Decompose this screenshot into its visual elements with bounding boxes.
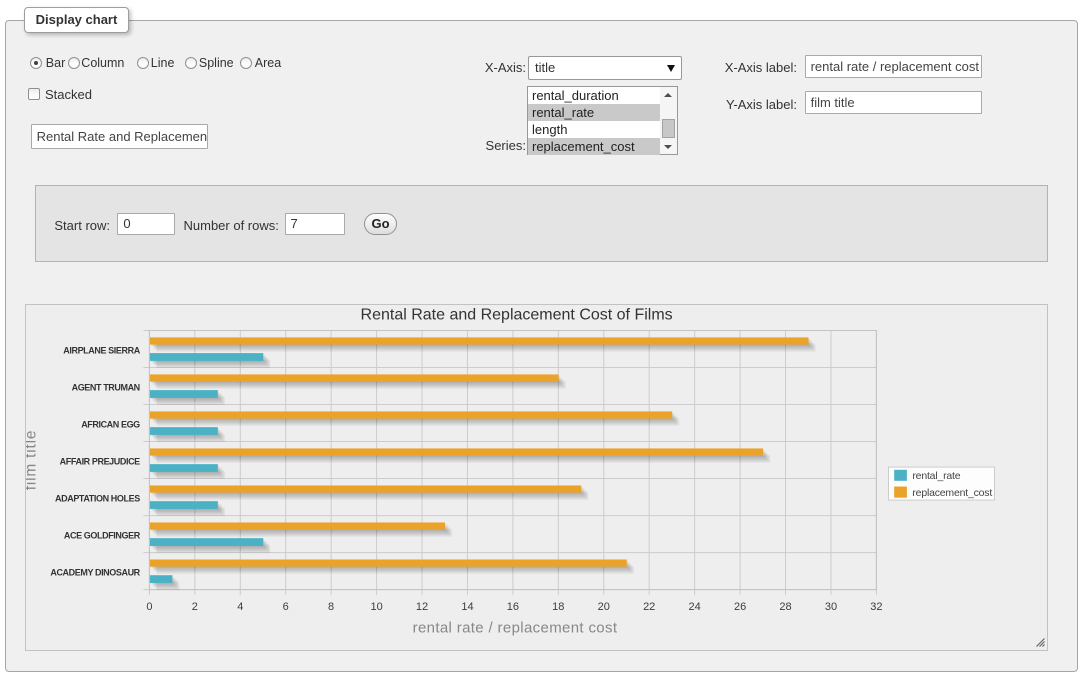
svg-text:18: 18 (552, 601, 564, 613)
svg-text:14: 14 (461, 601, 473, 613)
svg-text:20: 20 (598, 601, 610, 613)
svg-text:AIRPLANE SIERRA: AIRPLANE SIERRA (63, 345, 140, 355)
svg-text:AGENT TRUMAN: AGENT TRUMAN (72, 382, 140, 392)
svg-text:8: 8 (328, 601, 334, 613)
svg-text:0: 0 (146, 601, 152, 613)
svg-text:Rental Rate and Replacement Co: Rental Rate and Replacement Cost of Film… (361, 307, 673, 324)
svg-text:6: 6 (283, 601, 289, 613)
svg-text:12: 12 (416, 601, 428, 613)
svg-text:ACADEMY DINOSAUR: ACADEMY DINOSAUR (50, 568, 140, 578)
svg-text:4: 4 (237, 601, 243, 613)
svg-text:2: 2 (192, 601, 198, 613)
svg-text:26: 26 (734, 601, 746, 613)
svg-text:rental_rate: rental_rate (912, 470, 960, 482)
svg-text:AFFAIR PREJUDICE: AFFAIR PREJUDICE (60, 456, 141, 466)
svg-text:ADAPTATION HOLES: ADAPTATION HOLES (55, 494, 140, 504)
svg-text:22: 22 (643, 601, 655, 613)
svg-text:28: 28 (779, 601, 791, 613)
svg-text:32: 32 (870, 601, 882, 613)
svg-text:ACE GOLDFINGER: ACE GOLDFINGER (64, 531, 141, 541)
svg-text:16: 16 (507, 601, 519, 613)
svg-text:10: 10 (370, 601, 382, 613)
svg-text:film title: film title (26, 430, 40, 491)
svg-text:AFRICAN EGG: AFRICAN EGG (81, 419, 140, 429)
svg-text:24: 24 (688, 601, 700, 613)
svg-text:replacement_cost: replacement_cost (912, 487, 992, 499)
svg-text:rental rate / replacement cost: rental rate / replacement cost (413, 620, 618, 637)
svg-text:30: 30 (825, 601, 837, 613)
